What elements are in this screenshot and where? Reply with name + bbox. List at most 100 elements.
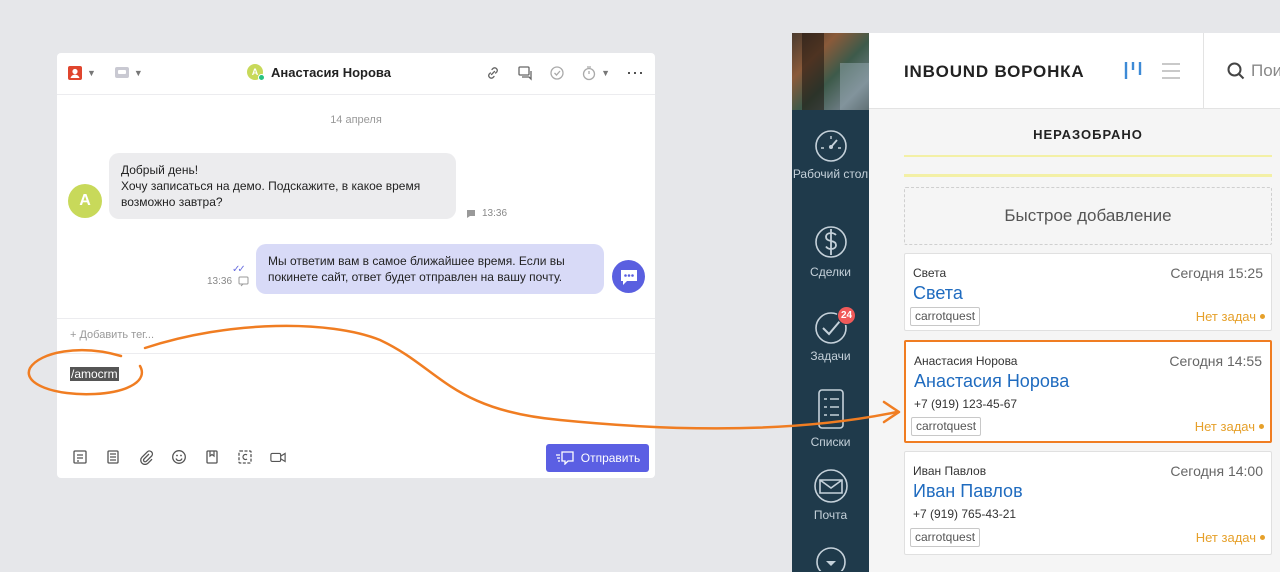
column-status-line — [904, 174, 1272, 177]
sidebar-item-lists[interactable]: Списки — [792, 387, 869, 449]
card-tag[interactable]: carrotquest — [910, 307, 981, 326]
knowledge-base-icon[interactable] — [105, 449, 121, 465]
sidebar-item-label: Почта — [813, 508, 848, 522]
snooze-button[interactable]: ▼ — [581, 65, 610, 81]
chevron-down-icon: ▼ — [133, 68, 143, 78]
card-tasks-status: Нет задач — [1196, 530, 1265, 545]
chat-panel: ▼ ▼ А Анастасия Норова ▼ ⋯ 14 апреля А Д… — [57, 53, 655, 478]
channel-button[interactable]: ▼ — [114, 65, 143, 81]
tasks-count-badge: 24 — [837, 306, 856, 325]
quick-add-label: Быстрое добавление — [1004, 206, 1172, 225]
message-line: покинете сайт, ответ будет отправлен на … — [268, 270, 563, 284]
conversation-title: А Анастасия Норова — [247, 64, 391, 81]
lead-card[interactable]: Иван Павлов Сегодня 14:00 Иван Павлов +7… — [904, 451, 1272, 555]
envelope-icon — [813, 469, 848, 503]
online-status-dot — [258, 74, 265, 81]
message-time: 13:36 — [207, 276, 233, 287]
card-contact: Света — [913, 266, 947, 280]
header-actions: ▼ ⋯ — [485, 64, 645, 82]
chevron-down-icon: ▼ — [87, 68, 96, 78]
sidebar-item-tasks[interactable]: 24 Задачи — [792, 306, 869, 363]
quick-add-button[interactable]: Быстрое добавление — [904, 187, 1272, 245]
add-tag-field[interactable]: + Добавить тег... — [57, 318, 655, 354]
sidebar-item-label: Рабочий стол — [792, 167, 869, 181]
template-icon[interactable] — [237, 449, 253, 465]
card-time: Сегодня 14:00 — [1170, 463, 1263, 479]
card-lead-name[interactable]: Анастасия Норова — [914, 371, 1069, 392]
card-tasks-status: Нет задач — [1195, 419, 1264, 434]
header-left-controls: ▼ ▼ — [67, 65, 143, 81]
message-line: Добрый день! — [121, 163, 199, 177]
header-avatar: А — [247, 64, 265, 81]
chevron-down-circle-icon — [815, 547, 846, 571]
bookmark-icon[interactable] — [204, 449, 220, 465]
card-lead-name[interactable]: Иван Павлов — [913, 481, 1023, 502]
outgoing-message: Мы ответим вам в самое ближайшее время. … — [256, 244, 604, 294]
link-icon[interactable] — [485, 65, 501, 81]
incoming-message: Добрый день! Хочу записаться на демо. По… — [109, 153, 456, 219]
card-phone: +7 (919) 765-43-21 — [913, 507, 1017, 521]
contact-name: Анастасия Норова — [271, 64, 391, 80]
card-lead-name[interactable]: Света — [913, 283, 963, 304]
dollar-icon — [814, 226, 847, 258]
lead-card[interactable]: Света Сегодня 15:25 Света carrotquest Не… — [904, 253, 1272, 331]
sidebar-item-dashboard[interactable]: Рабочий стол — [792, 129, 869, 181]
lead-card-highlighted[interactable]: Анастасия Норова Сегодня 14:55 Анастасия… — [904, 340, 1272, 443]
read-checks-icon: ✓✓ — [232, 264, 246, 275]
tasks-label: Нет задач — [1194, 419, 1255, 434]
send-button[interactable]: Отправить — [546, 444, 649, 472]
user-card-icon — [68, 66, 82, 80]
sidebar-item-deals[interactable]: Сделки — [792, 221, 869, 279]
paperclip-icon[interactable] — [138, 449, 154, 465]
add-tag-label: + Добавить тег... — [70, 329, 155, 341]
message-source-icon — [238, 276, 249, 287]
compose-toolbar — [72, 449, 286, 465]
status-dot — [1259, 424, 1264, 429]
status-dot — [1260, 314, 1265, 319]
crm-sidebar: Рабочий стол Сделки 24 Задачи Списки Поч… — [792, 33, 869, 572]
sidebar-item-more[interactable] — [792, 545, 869, 572]
emoji-icon[interactable] — [171, 449, 187, 465]
sidebar-item-label: Задачи — [810, 349, 851, 363]
message-line: Мы ответим вам в самое ближайшее время. … — [268, 254, 565, 268]
sidebar-item-label: Сделки — [810, 265, 851, 279]
pipeline-title: INBOUND ВОРОНКА — [904, 62, 1085, 81]
message-input[interactable]: /amocrm — [70, 367, 119, 381]
send-icon — [555, 451, 574, 465]
incoming-message-meta: 13:36 — [466, 208, 507, 219]
comments-icon[interactable] — [517, 65, 533, 81]
tasks-label: Нет задач — [1195, 530, 1256, 545]
sidebar-item-label: Списки — [810, 435, 851, 449]
message-line: Хочу записаться на демо. Подскажите, в к… — [121, 179, 421, 193]
message-time: 13:36 — [482, 208, 508, 219]
date-separator: 14 апреля — [330, 114, 382, 126]
sidebar-item-mail[interactable]: Почта — [792, 468, 869, 522]
user-photo[interactable] — [792, 33, 869, 110]
contact-avatar: А — [68, 184, 102, 218]
card-phone: +7 (919) 123-45-67 — [914, 397, 1018, 411]
more-menu-icon[interactable]: ⋯ — [626, 64, 645, 82]
chat-bot-icon — [620, 269, 637, 285]
check-circle-icon[interactable] — [549, 65, 565, 81]
status-dot — [1260, 535, 1265, 540]
compose-text: /amocrm — [70, 367, 119, 381]
assignee-button[interactable]: ▼ — [67, 65, 96, 81]
card-contact: Иван Павлов — [913, 464, 987, 478]
outgoing-message-meta: 13:36 — [207, 276, 249, 287]
tasks-label: Нет задач — [1195, 309, 1256, 324]
list-view-icon[interactable] — [1161, 61, 1181, 81]
message-line: возможно завтра? — [121, 195, 223, 209]
card-tag[interactable]: carrotquest — [910, 528, 981, 547]
video-call-icon[interactable] — [270, 449, 286, 465]
pipeline-view-icon[interactable] — [1123, 59, 1143, 81]
card-tag[interactable]: carrotquest — [911, 417, 982, 436]
chat-header: ▼ ▼ А Анастасия Норова ▼ ⋯ — [57, 53, 655, 95]
card-contact: Анастасия Норова — [914, 354, 1018, 368]
card-tasks-status: Нет задач — [1196, 309, 1265, 324]
notes-icon[interactable] — [72, 449, 88, 465]
search-field[interactable]: Пои — [1227, 61, 1280, 81]
crm-panel: Рабочий стол Сделки 24 Задачи Списки Поч… — [792, 33, 1280, 572]
column-title: НЕРАЗОБРАНО — [1033, 127, 1143, 142]
chat-bubble-icon — [114, 67, 129, 78]
search-placeholder: Пои — [1251, 61, 1280, 80]
